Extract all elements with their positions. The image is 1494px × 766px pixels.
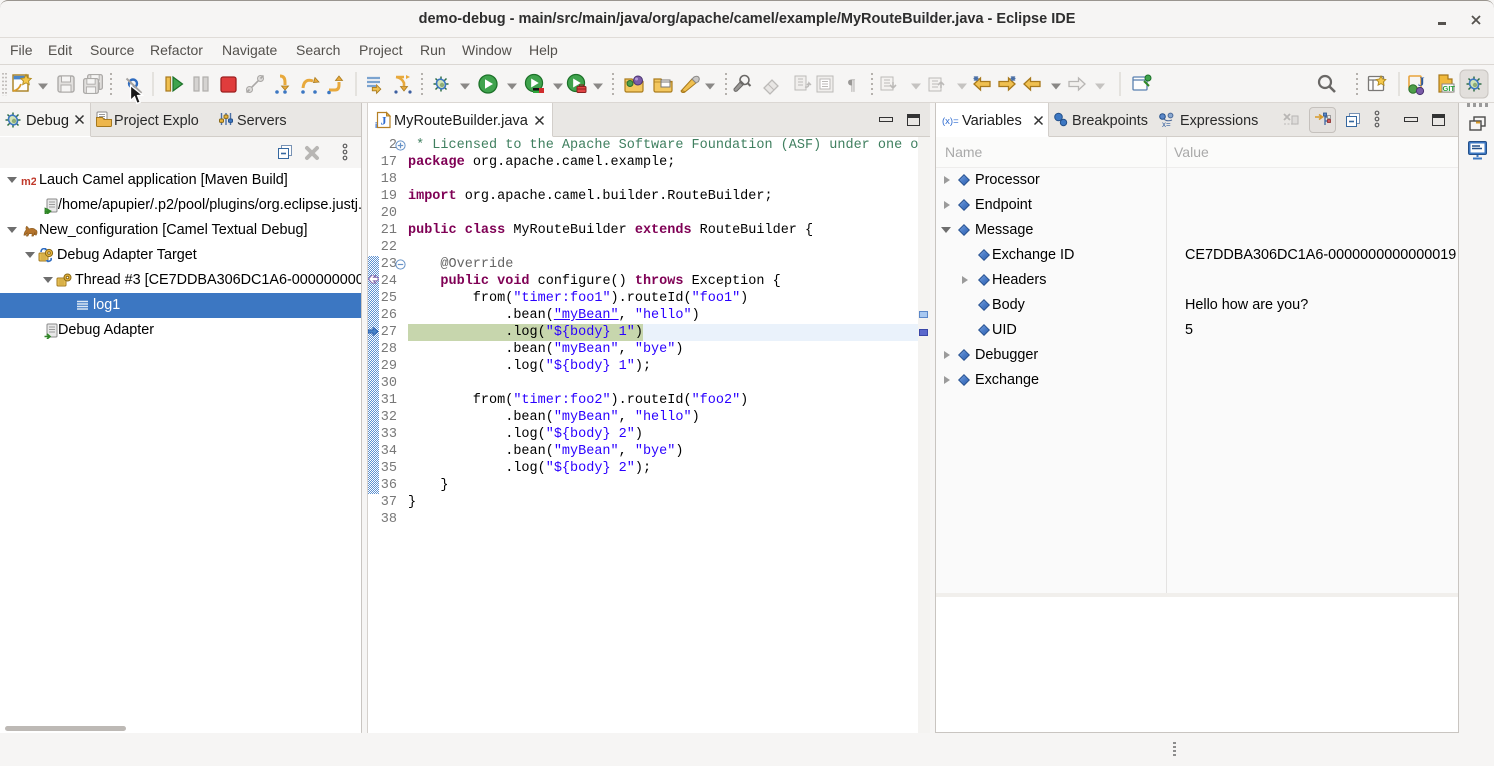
svg-text:m2: m2 <box>21 176 36 187</box>
svg-text:J: J <box>381 114 387 128</box>
svg-text:(x)=: (x)= <box>942 116 959 126</box>
svg-text:x=: x= <box>1162 120 1171 128</box>
svg-text:J: J <box>1418 74 1425 89</box>
svg-text:i: i <box>375 121 377 129</box>
svg-text:¶: ¶ <box>848 77 856 94</box>
svg-text:GIT: GIT <box>1443 84 1456 93</box>
